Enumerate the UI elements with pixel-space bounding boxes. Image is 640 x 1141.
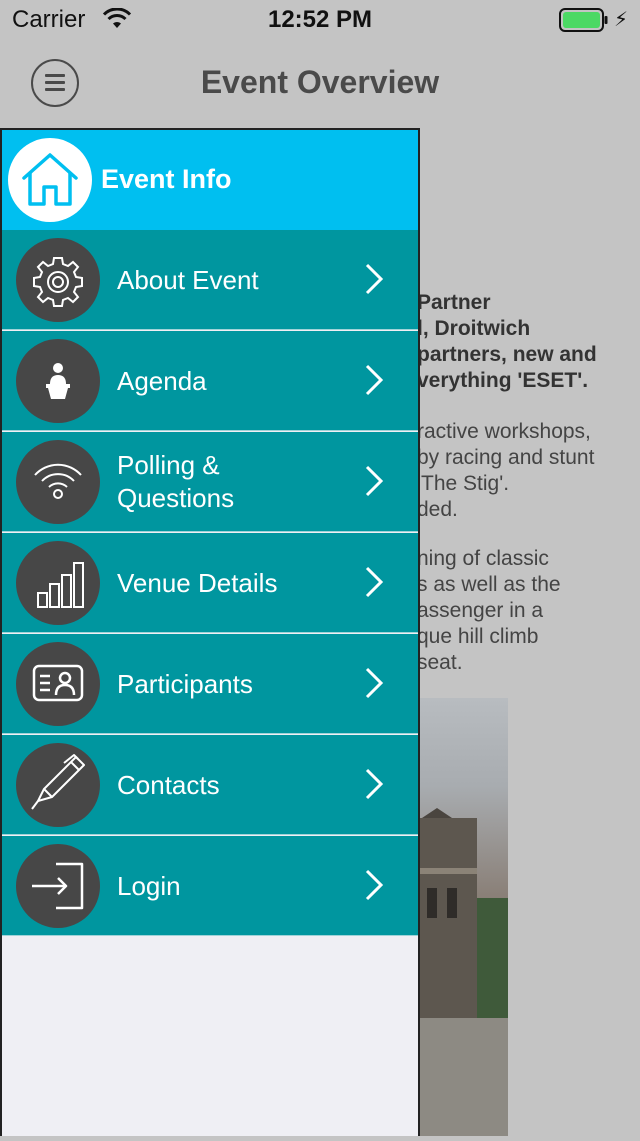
menu-item-label: Agenda bbox=[117, 365, 207, 396]
home-icon bbox=[8, 138, 92, 222]
chevron-right-icon bbox=[365, 768, 384, 800]
menu-item-about-event[interactable]: About Event bbox=[2, 230, 418, 330]
menu-item-label: Venue Details bbox=[117, 567, 278, 598]
gear-icon bbox=[16, 238, 100, 322]
menu-item-polling-questions[interactable]: Polling & Questions bbox=[2, 432, 418, 532]
chevron-right-icon bbox=[365, 465, 384, 497]
venue-photo bbox=[417, 698, 508, 1136]
status-bar: Carrier 12:52 PM ⚡︎ bbox=[0, 0, 640, 40]
podium-speaker-icon bbox=[16, 339, 100, 423]
menu-item-contacts[interactable]: Contacts bbox=[2, 735, 418, 835]
menu-item-label: Login bbox=[117, 870, 181, 901]
drawer-header[interactable]: Event Info bbox=[2, 130, 418, 230]
page-title: Event Overview bbox=[200, 64, 440, 100]
menu-item-label: About Event bbox=[117, 264, 259, 295]
overview-text-1: ractive workshops, bbox=[417, 420, 591, 443]
id-card-icon bbox=[16, 642, 100, 726]
overview-text-4: ded. bbox=[417, 498, 458, 521]
overview-text-5: ning of classic bbox=[417, 547, 549, 570]
menu-item-label: Participants bbox=[117, 668, 253, 699]
chevron-right-icon bbox=[365, 364, 384, 396]
menu-item-participants[interactable]: Participants bbox=[2, 634, 418, 734]
overview-text-3: 'The Stig'. bbox=[417, 472, 510, 495]
menu-item-label: Polling & Questions bbox=[117, 450, 235, 513]
status-time: 12:52 PM bbox=[267, 6, 373, 33]
chevron-right-icon bbox=[365, 566, 384, 598]
chevron-right-icon bbox=[365, 263, 384, 295]
navigation-drawer: Event Info About Event Agenda Polling & … bbox=[0, 128, 420, 1136]
overview-text-bold-1: Partner bbox=[417, 291, 491, 314]
overview-text-8: que hill climb bbox=[417, 625, 539, 648]
overview-text-bold-2: l, Droitwich bbox=[417, 317, 531, 340]
charging-bolt-icon: ⚡︎ bbox=[614, 9, 629, 31]
overview-text-bold-4: verything 'ESET'. bbox=[417, 369, 589, 392]
chevron-right-icon bbox=[365, 869, 384, 901]
menu-item-login[interactable]: Login bbox=[2, 836, 418, 936]
drawer-title: Event Info bbox=[101, 164, 232, 194]
menu-item-venue-details[interactable]: Venue Details bbox=[2, 533, 418, 633]
bar-chart-icon bbox=[16, 541, 100, 625]
menu-item-agenda[interactable]: Agenda bbox=[2, 331, 418, 431]
wifi-signal-icon bbox=[16, 440, 100, 524]
overview-text-bold-3: partners, new and bbox=[417, 343, 597, 366]
menu-item-label: Contacts bbox=[117, 769, 220, 800]
login-icon bbox=[16, 844, 100, 928]
overview-text-6: s as well as the bbox=[417, 573, 561, 596]
battery-icon bbox=[559, 8, 608, 32]
overview-text-7: assenger in a bbox=[417, 599, 544, 622]
chevron-right-icon bbox=[365, 667, 384, 699]
overview-text-9: seat. bbox=[417, 651, 463, 674]
overview-text-2: by racing and stunt bbox=[417, 446, 595, 469]
pen-icon bbox=[16, 743, 100, 827]
